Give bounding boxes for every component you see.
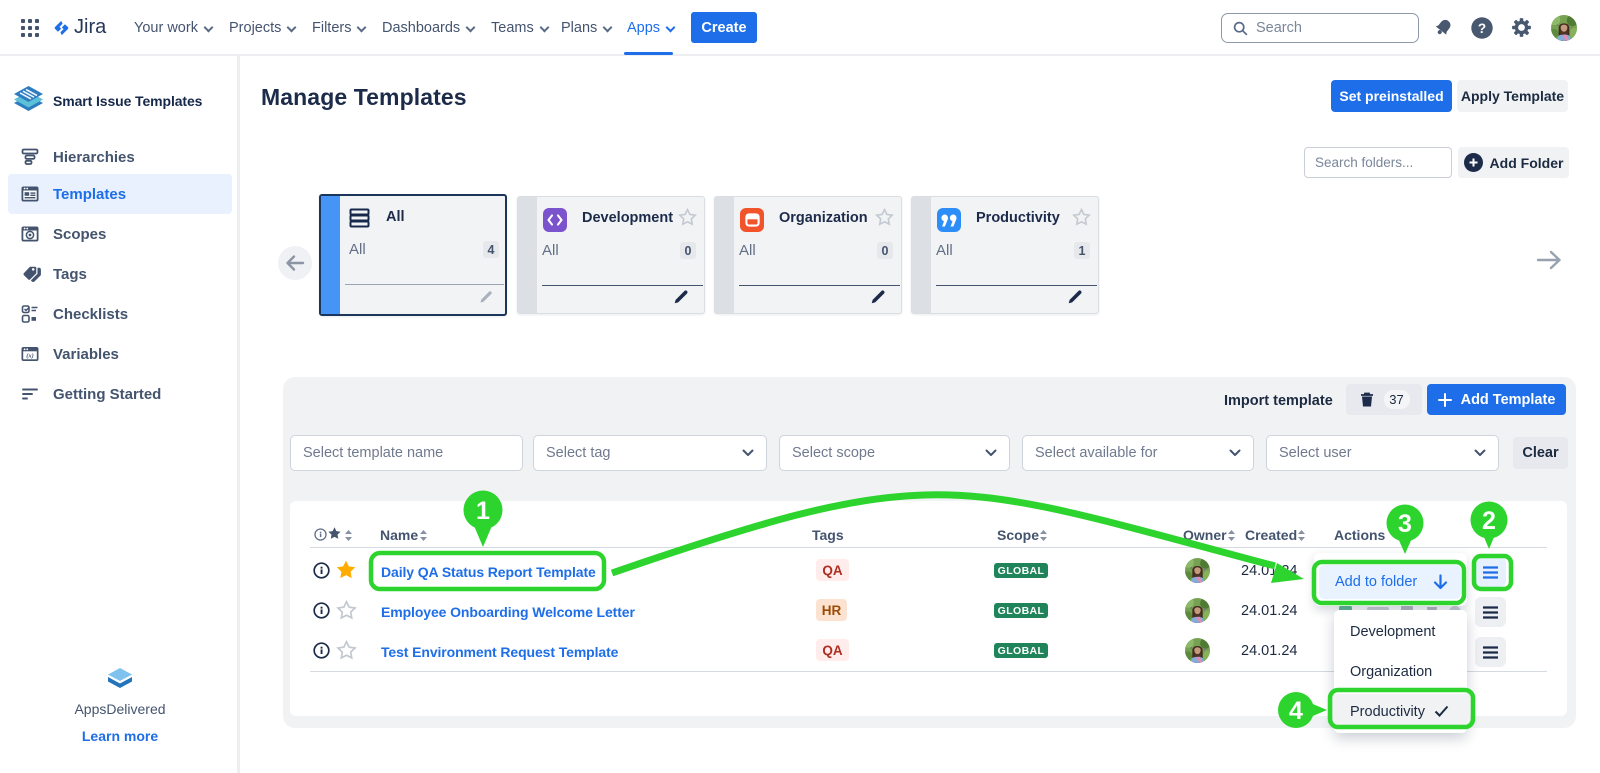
svg-text:?: ? — [1478, 21, 1486, 36]
svg-text:(x): (x) — [26, 353, 34, 360]
